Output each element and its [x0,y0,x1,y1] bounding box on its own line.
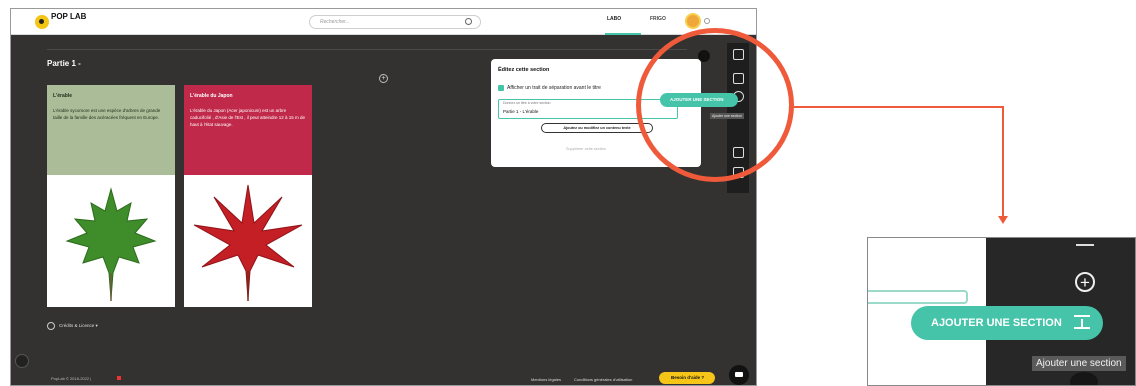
content-card[interactable]: L'érable du Japon L'érable du Japon (Ace… [184,85,312,307]
japanese-maple-leaf-image [184,175,312,307]
help-button[interactable]: Besoin d'aide ? [659,372,715,384]
zoom-add-section-icon [1074,315,1090,329]
section-divider [47,49,687,50]
language-flag-icon[interactable] [117,376,121,380]
logo-text: POP LAB [51,12,87,21]
app-window: POP LAB Rechercher... LABO FRIGO Partie … [10,8,757,386]
callout-arrow-vertical [1002,106,1004,218]
card-title: L'érable du Japon [190,93,233,99]
zoom-panel-edge [868,290,968,304]
sycamore-leaf-image [47,175,175,307]
card-text: L'érable du Japon (Acer japonicum) est u… [190,108,306,127]
zoom-inset: + AJOUTER UNE SECTION Ajouter une sectio… [867,237,1136,386]
callout-arrow-horizontal [790,106,1003,108]
panel-title: Éditez cette section [498,67,550,73]
separator-checkbox[interactable] [498,85,504,91]
terms-link[interactable]: Conditions générales d'utilisation [574,377,632,382]
nav-active-indicator [605,33,641,35]
zoom-tooltip: Ajouter une section [1032,356,1126,371]
nav-frigo[interactable]: FRIGO [650,16,666,22]
nav-labo[interactable]: LABO [607,16,621,22]
search-icon [465,18,472,25]
zoom-separator-icon [1076,238,1094,246]
section-title-placeholder: Donnez un titre à votre section [503,101,551,105]
top-bar: POP LAB Rechercher... LABO FRIGO [11,9,756,35]
credits-license-toggle[interactable]: Crédits & Licence ▾ [47,322,98,330]
zoom-add-icon: + [1075,272,1095,292]
add-content-button[interactable]: Ajoutez ou modifiez un contenu texte [541,123,653,133]
account-menu-icon[interactable] [704,18,710,24]
callout-arrow-head [998,216,1008,224]
content-card[interactable]: L'érable L'érable sycomore est une espèc… [47,85,175,307]
zoom-bottom-icon [1070,372,1098,385]
poplab-logo[interactable]: POP LAB [35,13,91,31]
search-placeholder: Rechercher... [320,19,350,25]
section-title-value: Partie 1 - L'érable [503,109,539,114]
avatar[interactable] [685,13,701,29]
credits-label: Crédits & Licence [59,323,95,329]
separator-checkbox-label: Afficher un trait de séparation avant le… [507,85,601,91]
footer-copyright: PopLab © 2018-2022 | [51,376,92,381]
highlight-circle [636,28,794,182]
add-content-icon[interactable]: + [379,74,388,83]
delete-section-link[interactable]: Supprimer cette section [566,147,606,151]
copyright-icon [47,322,55,330]
section-title[interactable]: Partie 1 - [47,59,81,68]
search-input[interactable]: Rechercher... [309,15,481,29]
accessibility-button[interactable] [15,354,29,368]
card-header: L'érable L'érable sycomore est une espèc… [47,85,175,175]
card-text: L'érable sycomore est une espèce d'arbre… [53,108,161,120]
card-header: L'érable du Japon L'érable du Japon (Ace… [184,85,312,175]
card-title: L'érable [53,93,72,99]
logo-icon [35,15,49,29]
chat-icon[interactable] [729,365,749,385]
legal-link[interactable]: Mentions légales [531,377,561,382]
